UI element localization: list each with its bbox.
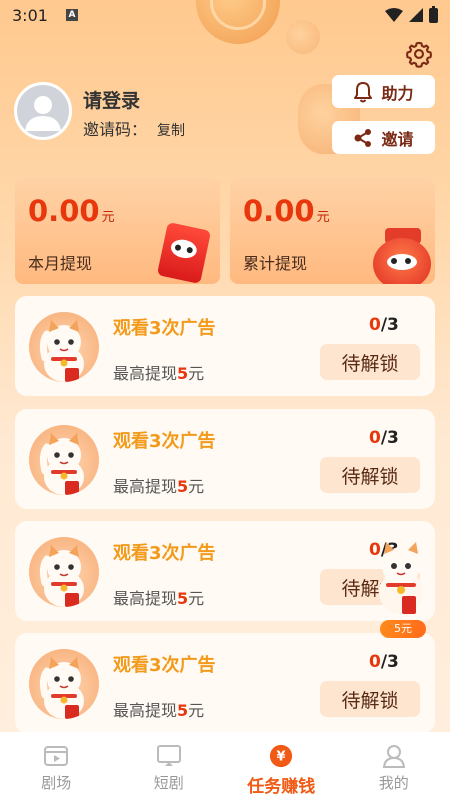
nav-label-short-drama: 短剧 [153,774,184,792]
help-button[interactable]: 助力 [332,75,435,108]
yuan-glyph: ¥ [277,750,286,765]
task-reward-desc: 最高提现5元 [113,697,204,721]
red-envelope-mascot-icon [156,222,212,284]
lucky-cat-avatar [29,649,99,719]
reward-amount: 5 [177,589,189,608]
invite-code-label: 邀请码： [83,120,148,139]
nav-item-tasks[interactable]: ¥ 任务赚钱 [225,744,337,797]
reward-amount: 5 [177,364,189,383]
lucky-cat-icon [39,657,84,719]
theater-icon [44,746,69,766]
battery-icon [429,5,438,23]
reward-prefix: 最高提现 [113,477,178,496]
notification-icon: A [65,9,78,21]
reward-unit: 元 [188,477,205,496]
total-withdraw-label: 累计提现 [243,254,308,273]
invite-button[interactable]: 邀请 [332,121,435,154]
share-icon [354,128,372,147]
task-card: 观看3次广告 最高提现5元 0/3 待解锁 [15,409,435,509]
yuan-coin-icon: ¥ [270,744,293,768]
lucky-cat-avatar [29,425,99,495]
reward-unit: 元 [188,701,205,720]
nav-label-me: 我的 [378,774,409,792]
unlock-button[interactable]: 待解锁 [320,681,420,717]
currency-unit: 元 [316,210,330,225]
copy-button[interactable]: 复制 [157,120,185,140]
reward-prefix: 最高提现 [113,589,178,608]
task-title: 观看3次广告 [113,318,216,339]
progress-total: /3 [380,428,399,448]
nav-item-theater[interactable]: 剧场 [0,744,112,793]
nav-label-tasks: 任务赚钱 [247,777,316,797]
reward-amount: 5 [177,477,189,496]
unlock-button[interactable]: 待解锁 [320,344,420,380]
progress-done: 0 [369,652,381,672]
reward-amount: 5 [177,701,189,720]
task-progress: 0/3 [369,315,399,335]
wifi-icon [385,8,403,22]
settings-gear-icon[interactable] [405,40,433,68]
task-reward-desc: 最高提现5元 [113,585,204,609]
nav-item-short-drama[interactable]: 短剧 [113,744,225,793]
currency-unit: 元 [101,210,115,225]
reward-unit: 元 [188,364,205,383]
lucky-cat-icon [39,545,84,607]
task-title: 观看3次广告 [113,655,216,676]
person-icon [382,745,405,768]
task-reward-desc: 最高提现5元 [113,360,204,384]
bottom-nav: 剧场 短剧 ¥ 任务赚钱 我的 [0,732,450,800]
monthly-withdraw-label: 本月提现 [28,254,93,273]
progress-done: 0 [369,315,381,335]
tv-icon [156,745,181,766]
lucky-cat-icon [39,320,84,382]
monthly-withdraw-value: 0.00 元 [28,194,115,228]
lucky-cat-avatar [29,312,99,382]
avatar[interactable] [14,82,72,140]
progress-total: /3 [380,652,399,672]
reward-prefix: 最高提现 [113,364,178,383]
invite-label: 邀请 [381,129,414,149]
progress-total: /3 [380,315,399,335]
invite-code-row: 邀请码： 复制 [83,116,185,140]
nav-label-theater: 剧场 [41,774,72,792]
signal-icon [409,8,423,22]
help-label: 助力 [381,83,414,103]
progress-done: 0 [369,428,381,448]
task-card: 观看3次广告 最高提现5元 0/3 待解锁 [15,296,435,396]
status-icons [385,5,438,23]
task-reward-desc: 最高提现5元 [113,473,204,497]
task-progress: 0/3 [369,428,399,448]
lucky-cat-float-icon[interactable] [372,540,430,616]
fuzzy-mascot-icon [373,238,431,284]
bell-icon [354,81,373,102]
status-bar: 3:01 A [0,0,450,30]
reward-badge: 5元 [380,620,426,638]
lucky-cat-avatar [29,537,99,607]
login-prompt[interactable]: 请登录 [83,86,140,113]
task-title: 观看3次广告 [113,543,216,564]
task-title: 观看3次广告 [113,431,216,452]
reward-prefix: 最高提现 [113,701,178,720]
total-withdraw-value: 0.00 元 [243,194,330,228]
status-time: 3:01 [12,5,48,25]
task-card: 观看3次广告 最高提现5元 0/3 待解锁 [15,633,435,733]
task-progress: 0/3 [369,652,399,672]
total-withdraw-card: 0.00 元 累计提现 [230,178,435,284]
monthly-withdraw-card: 0.00 元 本月提现 [15,178,220,284]
unlock-button[interactable]: 待解锁 [320,457,420,493]
reward-unit: 元 [188,589,205,608]
default-avatar-icon [25,96,61,131]
lucky-cat-icon [39,433,84,495]
nav-item-me[interactable]: 我的 [338,744,450,793]
